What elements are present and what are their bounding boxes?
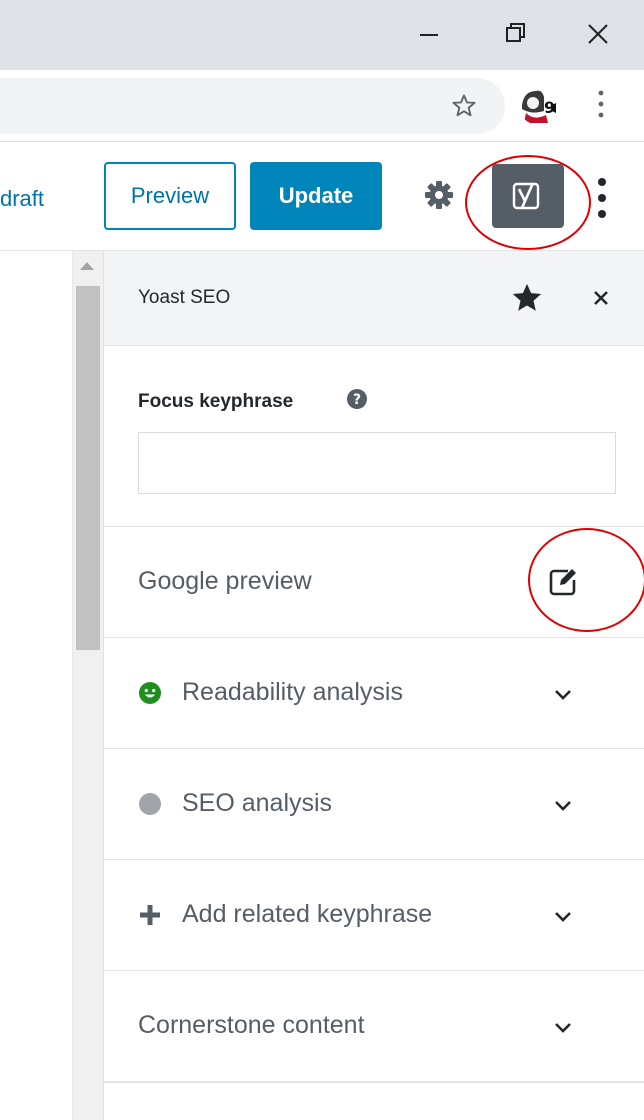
editor-content[interactable] bbox=[0, 251, 70, 1120]
gear-icon[interactable] bbox=[424, 180, 454, 210]
add-related-keyphrase-label: Add related keyphrase bbox=[182, 900, 433, 928]
close-icon[interactable] bbox=[592, 289, 610, 307]
chevron-down-icon[interactable] bbox=[550, 682, 576, 708]
sidebar-header: Yoast SEO bbox=[104, 251, 644, 346]
editor-header: draft Preview Update bbox=[0, 142, 644, 251]
restore-icon[interactable] bbox=[497, 14, 537, 54]
preview-button[interactable]: Preview bbox=[104, 162, 236, 230]
readability-analysis-row[interactable]: Readability analysis bbox=[104, 638, 644, 749]
address-bar[interactable] bbox=[0, 78, 505, 134]
google-preview-label: Google preview bbox=[138, 567, 312, 595]
yoast-toggle-button[interactable] bbox=[492, 164, 564, 228]
scroll-up-arrow-icon[interactable] bbox=[80, 262, 94, 270]
close-icon[interactable] bbox=[578, 14, 618, 54]
gray-dot-icon bbox=[139, 793, 161, 815]
more-tools-kebab-icon[interactable] bbox=[596, 176, 608, 220]
scrollbar-thumb[interactable] bbox=[76, 286, 100, 650]
star-outline-icon[interactable] bbox=[450, 92, 478, 120]
update-button[interactable]: Update bbox=[250, 162, 382, 230]
sidebar-title: Yoast SEO bbox=[138, 287, 231, 308]
avatar[interactable]: 9 bbox=[518, 83, 560, 125]
cornerstone-content-row[interactable]: Cornerstone content bbox=[104, 971, 644, 1083]
yoast-sidebar: Yoast SEO Focus keyphrase ? Google previ… bbox=[103, 251, 644, 1120]
yoast-logo-icon bbox=[512, 182, 540, 210]
cornerstone-content-label: Cornerstone content bbox=[138, 1011, 365, 1039]
help-icon[interactable]: ? bbox=[346, 388, 368, 410]
focus-keyphrase-section: Focus keyphrase ? bbox=[104, 346, 644, 527]
seo-analysis-row[interactable]: SEO analysis bbox=[104, 749, 644, 860]
google-preview-row[interactable]: Google preview bbox=[104, 527, 644, 638]
browser-titlebar bbox=[0, 0, 644, 70]
seo-analysis-label: SEO analysis bbox=[182, 789, 333, 817]
save-draft-link[interactable]: draft bbox=[0, 186, 44, 212]
minimize-icon[interactable] bbox=[410, 14, 450, 54]
chevron-down-icon[interactable] bbox=[550, 793, 576, 819]
smiley-icon bbox=[139, 682, 161, 704]
focus-keyphrase-input[interactable] bbox=[138, 432, 616, 494]
plus-icon bbox=[140, 905, 160, 925]
edit-icon[interactable] bbox=[548, 567, 578, 597]
chevron-down-icon[interactable] bbox=[550, 1015, 576, 1041]
chevron-down-icon[interactable] bbox=[550, 904, 576, 930]
add-related-keyphrase-row[interactable]: Add related keyphrase bbox=[104, 860, 644, 971]
star-icon[interactable] bbox=[510, 281, 544, 315]
svg-text:?: ? bbox=[353, 392, 361, 408]
readability-analysis-label: Readability analysis bbox=[182, 678, 403, 706]
kebab-icon[interactable] bbox=[594, 88, 608, 120]
focus-keyphrase-label: Focus keyphrase bbox=[138, 391, 294, 412]
